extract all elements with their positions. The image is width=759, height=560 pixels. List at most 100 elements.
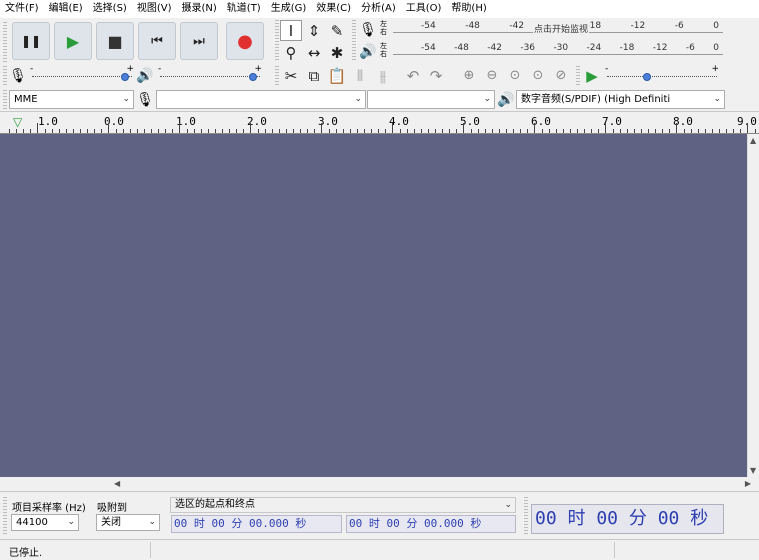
ruler-tick: [264, 129, 266, 133]
ruler-tick: [257, 129, 259, 133]
record-volume-knob[interactable]: [121, 73, 130, 81]
menu-edit[interactable]: 编辑(E): [44, 0, 88, 18]
menu-file[interactable]: 文件(F): [0, 0, 44, 18]
ruler-tick: [80, 129, 81, 133]
menu-generate[interactable]: 生成(G): [266, 0, 312, 18]
time-shift-tool[interactable]: ↔: [303, 42, 325, 63]
input-channels-select[interactable]: ⌄: [367, 90, 495, 109]
selection-grip[interactable]: [3, 497, 7, 535]
ruler-tick: [569, 129, 571, 133]
pause-button[interactable]: ❚❚: [12, 22, 50, 60]
playback-volume-knob[interactable]: [249, 73, 258, 81]
record-meter[interactable]: -54-48-42--18-12-60 点击开始监视: [393, 20, 723, 40]
fit-selection-button[interactable]: ⊙: [504, 65, 526, 86]
zoom-toggle-button[interactable]: ⊘: [550, 65, 572, 86]
ruler-tick: [527, 129, 529, 133]
play-at-speed-grip[interactable]: [576, 66, 580, 86]
menu-transport[interactable]: 摄录(N): [177, 0, 222, 18]
time-grip[interactable]: [524, 497, 528, 535]
status-bar: 已停止.: [0, 539, 759, 560]
cut-button[interactable]: ✂: [280, 65, 302, 86]
input-device-icon: 🎙: [136, 92, 154, 108]
scroll-right-icon[interactable]: ▶: [745, 479, 751, 488]
input-device-select[interactable]: ⌄: [156, 90, 366, 109]
stop-button[interactable]: ■: [96, 22, 134, 60]
trim-button[interactable]: ⫴: [349, 65, 371, 86]
record-meter-button[interactable]: 🎙: [359, 20, 377, 40]
menu-tools[interactable]: 工具(O): [401, 0, 447, 18]
audio-host-select[interactable]: MME ⌄: [9, 90, 134, 109]
record-button[interactable]: ●: [226, 22, 264, 60]
play-button[interactable]: ▶: [54, 22, 92, 60]
ruler-tick: [378, 129, 380, 133]
device-grip[interactable]: [3, 90, 7, 110]
menu-view[interactable]: 视图(V): [132, 0, 177, 18]
menu-effect[interactable]: 效果(C): [311, 0, 356, 18]
selection-end-time[interactable]: 00 时 00 分 00.000 秒: [346, 515, 516, 533]
menu-tracks[interactable]: 轨道(T): [222, 0, 266, 18]
ruler-tick: [626, 129, 628, 133]
ruler-tick: [498, 129, 500, 133]
ruler-mark: 0.0: [104, 115, 124, 128]
envelope-tool[interactable]: ⇕: [303, 20, 325, 41]
double-arrow-icon: ↔: [307, 43, 321, 62]
transport-grip[interactable]: [3, 22, 7, 62]
menu-help[interactable]: 帮助(H): [446, 0, 491, 18]
meter-grip[interactable]: [352, 20, 356, 62]
horizontal-scrollbar[interactable]: ◀ ▶: [110, 477, 759, 491]
copy-button[interactable]: ⧉: [303, 65, 325, 86]
ruler-tick: [704, 129, 706, 133]
ruler-tick: [733, 129, 735, 133]
play-speed-knob[interactable]: [643, 73, 652, 81]
scroll-left-icon[interactable]: ◀: [114, 479, 120, 488]
chevron-down-icon: ⌄: [148, 517, 156, 527]
selection-toolbar: 项目采样率 (Hz) 44100 ⌄ 吸附到 关闭 ⌄ 选区的起点和终点 ⌄ 00 时…: [0, 491, 759, 539]
menu-select[interactable]: 选择(S): [88, 0, 132, 18]
scroll-down-icon[interactable]: ▼: [750, 466, 756, 475]
play-speed-slider[interactable]: - +: [605, 64, 719, 86]
tools-grip[interactable]: [275, 20, 279, 62]
ruler-tick: [115, 129, 117, 133]
play-at-speed-button[interactable]: ▶: [581, 65, 603, 86]
multi-tool[interactable]: ✱: [326, 42, 348, 63]
ruler-tick: [129, 129, 131, 133]
selection-tool[interactable]: I: [280, 20, 302, 41]
ruler-tick: [37, 123, 39, 133]
play-head-icon[interactable]: ▽: [13, 115, 22, 129]
record-volume-slider[interactable]: - +: [30, 64, 134, 86]
skip-to-start-button[interactable]: ⏮: [138, 22, 176, 60]
ruler-tick: [640, 129, 642, 133]
silence-button[interactable]: ⫵: [372, 65, 394, 86]
skip-to-end-button[interactable]: ⏭: [180, 22, 218, 60]
project-rate-select[interactable]: 44100 ⌄: [11, 514, 79, 531]
track-panel[interactable]: [0, 134, 747, 477]
copy-icon: ⧉: [308, 66, 320, 85]
menu-analyze[interactable]: 分析(A): [356, 0, 401, 18]
draw-tool[interactable]: ✎: [326, 20, 348, 41]
snap-to-select[interactable]: 关闭 ⌄: [96, 514, 160, 531]
zoom-in-button[interactable]: ⊕: [458, 65, 480, 86]
selection-start-time[interactable]: 00 时 00 分 00.000 秒: [171, 515, 342, 533]
playback-volume-slider[interactable]: - +: [158, 64, 262, 86]
selection-mode-select[interactable]: 选区的起点和终点 ⌄: [170, 497, 516, 513]
paste-button[interactable]: 📋: [326, 65, 348, 86]
mixer-grip[interactable]: [3, 66, 7, 86]
edit-grip[interactable]: [275, 66, 279, 86]
record-channel-labels: 左右: [380, 20, 387, 36]
fit-project-button[interactable]: ⊙: [527, 65, 549, 86]
vertical-scrollbar[interactable]: ▲ ▼: [747, 134, 759, 477]
output-device-select[interactable]: 数字音频(S/PDIF) (High Definiti ⌄: [516, 90, 725, 109]
playback-meter[interactable]: -54 -48 -42 -36 -30 -24 -18 -12 -6 0: [393, 42, 723, 62]
undo-button[interactable]: ↶: [402, 65, 424, 86]
zoom-out-button[interactable]: ⊖: [481, 65, 503, 86]
zoom-tool[interactable]: ⚲: [280, 42, 302, 63]
ruler-tick: [328, 129, 330, 133]
i-beam-icon: I: [288, 21, 294, 40]
click-to-monitor-hint[interactable]: 点击开始监视: [533, 22, 590, 35]
ruler-tick: [697, 129, 699, 133]
scroll-up-icon[interactable]: ▲: [750, 136, 756, 145]
timeline-ruler[interactable]: ▽ 1.0 0.0 1.0 2.0 3.0 4.0 5.0 6.0 7.0 8.…: [0, 112, 759, 134]
playback-meter-button[interactable]: 🔊: [359, 42, 377, 62]
audio-position-time[interactable]: 00 时 00 分 00 秒: [531, 504, 724, 534]
redo-button[interactable]: ↷: [425, 65, 447, 86]
